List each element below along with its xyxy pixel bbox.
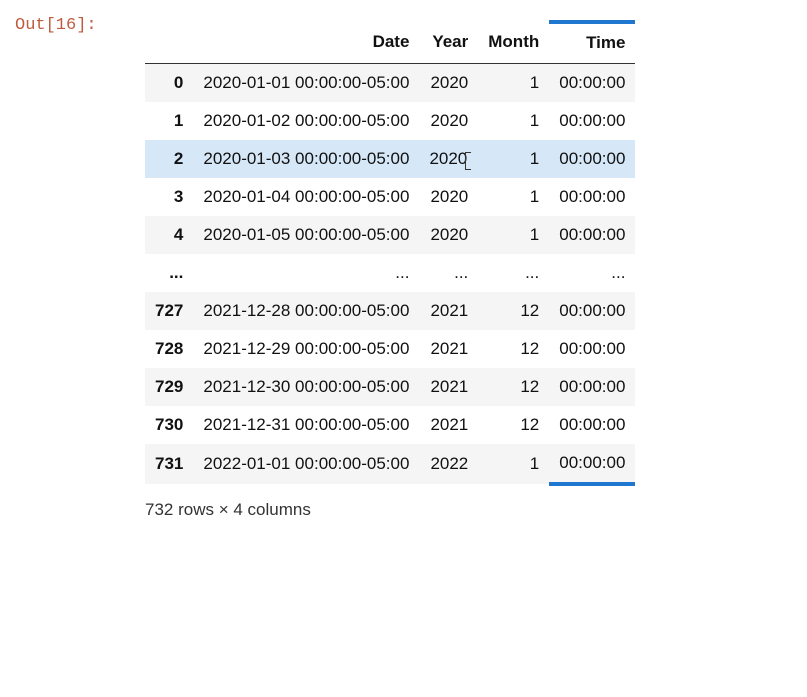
cell-date: 2022-01-01 00:00:00-05:00 xyxy=(193,444,419,484)
row-index: 3 xyxy=(145,178,193,216)
cell-month: 1 xyxy=(478,178,549,216)
table-row[interactable]: 729 2021-12-30 00:00:00-05:00 2021 12 00… xyxy=(145,368,635,406)
text-cursor-icon xyxy=(467,152,468,168)
cell-month: 12 xyxy=(478,292,549,330)
row-index: 731 xyxy=(145,444,193,484)
cell-year: 2021 xyxy=(419,292,478,330)
row-index: ... xyxy=(145,254,193,292)
cell-time: 00:00:00 xyxy=(549,178,635,216)
output-area: Date Year Month Time 0 2020-01-01 00:00:… xyxy=(145,20,792,520)
cell-year: 2021 xyxy=(419,406,478,444)
table-row[interactable]: 727 2021-12-28 00:00:00-05:00 2021 12 00… xyxy=(145,292,635,330)
cell-month: 1 xyxy=(478,444,549,484)
cell-time: 00:00:00 xyxy=(549,406,635,444)
row-index: 728 xyxy=(145,330,193,368)
cell-date: 2020-01-02 00:00:00-05:00 xyxy=(193,102,419,140)
col-time: Time xyxy=(549,22,635,64)
cell-month: 1 xyxy=(478,140,549,178)
cell-year: 2020 xyxy=(419,140,478,178)
table-row[interactable]: 731 2022-01-01 00:00:00-05:00 2022 1 00:… xyxy=(145,444,635,484)
cell-year: 2020 xyxy=(419,64,478,103)
row-index: 2 xyxy=(145,140,193,178)
cell-year: 2020 xyxy=(419,102,478,140)
row-index: 729 xyxy=(145,368,193,406)
col-month: Month xyxy=(478,22,549,64)
cell-month: 1 xyxy=(478,102,549,140)
dataframe-table[interactable]: Date Year Month Time 0 2020-01-01 00:00:… xyxy=(145,20,635,486)
table-row[interactable]: 1 2020-01-02 00:00:00-05:00 2020 1 00:00… xyxy=(145,102,635,140)
col-date: Date xyxy=(193,22,419,64)
cell-month: 1 xyxy=(478,216,549,254)
row-index: 1 xyxy=(145,102,193,140)
cell-time: 00:00:00 xyxy=(549,292,635,330)
cell-month: 12 xyxy=(478,368,549,406)
row-index: 0 xyxy=(145,64,193,103)
cell-date: 2021-12-30 00:00:00-05:00 xyxy=(193,368,419,406)
table-row[interactable]: 730 2021-12-31 00:00:00-05:00 2021 12 00… xyxy=(145,406,635,444)
cell-time: 00:00:00 xyxy=(549,64,635,103)
table-row[interactable]: 4 2020-01-05 00:00:00-05:00 2020 1 00:00… xyxy=(145,216,635,254)
cell-year: 2020 xyxy=(419,178,478,216)
cell-year: 2021 xyxy=(419,330,478,368)
table-row[interactable]: 3 2020-01-04 00:00:00-05:00 2020 1 00:00… xyxy=(145,178,635,216)
cell-date: 2020-01-01 00:00:00-05:00 xyxy=(193,64,419,103)
cell-time: 00:00:00 xyxy=(549,140,635,178)
cell-month: 12 xyxy=(478,330,549,368)
cell-year: 2022 xyxy=(419,444,478,484)
cell-time: ... xyxy=(549,254,635,292)
cell-year: 2020 xyxy=(419,216,478,254)
cell-date: ... xyxy=(193,254,419,292)
cell-date: 2020-01-05 00:00:00-05:00 xyxy=(193,216,419,254)
cell-time: 00:00:00 xyxy=(549,330,635,368)
output-prompt: Out[16]: xyxy=(15,16,97,35)
cell-date: 2020-01-04 00:00:00-05:00 xyxy=(193,178,419,216)
table-row[interactable]: 728 2021-12-29 00:00:00-05:00 2021 12 00… xyxy=(145,330,635,368)
cell-time: 00:00:00 xyxy=(549,368,635,406)
cell-time: 00:00:00 xyxy=(549,102,635,140)
col-year: Year xyxy=(419,22,478,64)
row-index: 727 xyxy=(145,292,193,330)
cell-month: 12 xyxy=(478,406,549,444)
header-row: Date Year Month Time xyxy=(145,22,635,64)
cell-time: 00:00:00 xyxy=(549,216,635,254)
cell-month: 1 xyxy=(478,64,549,103)
cell-year: ... xyxy=(419,254,478,292)
cell-year: 2021 xyxy=(419,368,478,406)
cell-month: ... xyxy=(478,254,549,292)
cell-date: 2021-12-29 00:00:00-05:00 xyxy=(193,330,419,368)
cell-date: 2021-12-28 00:00:00-05:00 xyxy=(193,292,419,330)
table-row: ... ... ... ... ... xyxy=(145,254,635,292)
cell-date: 2020-01-03 00:00:00-05:00 xyxy=(193,140,419,178)
row-index: 730 xyxy=(145,406,193,444)
table-row[interactable]: 2 2020-01-03 00:00:00-05:00 2020 1 00:00… xyxy=(145,140,635,178)
cell-time: 00:00:00 xyxy=(549,444,635,484)
col-index xyxy=(145,22,193,64)
dataframe-footer: 732 rows × 4 columns xyxy=(145,500,792,520)
row-index: 4 xyxy=(145,216,193,254)
cell-date: 2021-12-31 00:00:00-05:00 xyxy=(193,406,419,444)
table-row[interactable]: 0 2020-01-01 00:00:00-05:00 2020 1 00:00… xyxy=(145,64,635,103)
